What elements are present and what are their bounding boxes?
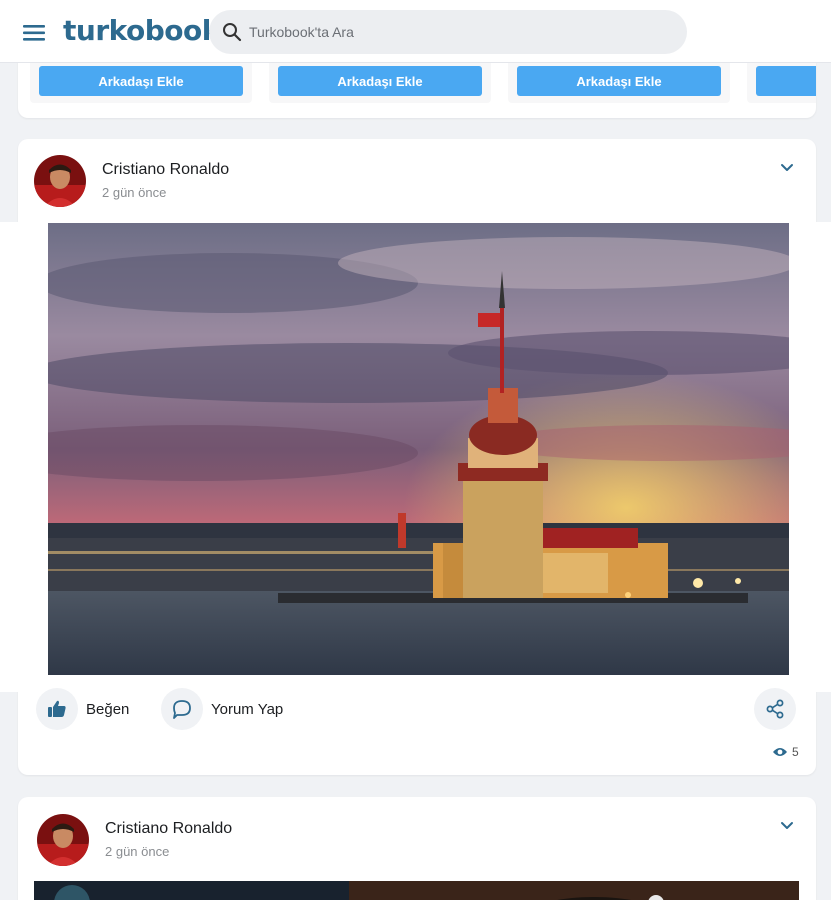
top-bar: turkobook	[0, 0, 831, 63]
post-author[interactable]: Cristiano Ronaldo	[105, 820, 232, 838]
post-card: Cristiano Ronaldo 2 gün önce	[18, 797, 816, 900]
comment-button[interactable]: Yorum Yap	[161, 688, 283, 730]
post-image-maidens-tower[interactable]	[48, 223, 789, 675]
comment-label: Yorum Yap	[211, 700, 284, 718]
avatar[interactable]	[37, 814, 89, 866]
view-count-value: 5	[792, 745, 799, 759]
search-icon	[223, 23, 242, 42]
add-friend-button-partial[interactable]	[756, 66, 816, 96]
eye-icon	[773, 748, 787, 756]
avatar[interactable]	[34, 155, 86, 207]
post-author[interactable]: Cristiano Ronaldo	[102, 161, 229, 179]
thumbs-up-icon	[36, 688, 78, 730]
post-time: 2 gün önce	[102, 185, 167, 200]
chevron-down-icon[interactable]	[778, 817, 796, 835]
hamburger-menu-icon[interactable]	[22, 22, 48, 44]
chevron-down-icon[interactable]	[778, 159, 796, 177]
like-button[interactable]: Beğen	[36, 688, 129, 730]
share-icon	[754, 688, 796, 730]
like-label: Beğen	[86, 700, 130, 718]
add-friend-button[interactable]: Arkadaşı Ekle	[278, 66, 482, 96]
view-count: 5	[772, 745, 799, 759]
share-button[interactable]	[754, 688, 796, 730]
app-logo[interactable]: turkobook	[63, 14, 220, 47]
search-bar[interactable]	[209, 10, 687, 54]
comment-bubble-icon	[161, 688, 203, 730]
search-input[interactable]	[249, 24, 649, 40]
add-friend-button[interactable]: Arkadaşı Ekle	[517, 66, 721, 96]
add-friend-button[interactable]: Arkadaşı Ekle	[39, 66, 243, 96]
post-time: 2 gün önce	[105, 844, 170, 859]
post-image[interactable]	[34, 881, 799, 900]
